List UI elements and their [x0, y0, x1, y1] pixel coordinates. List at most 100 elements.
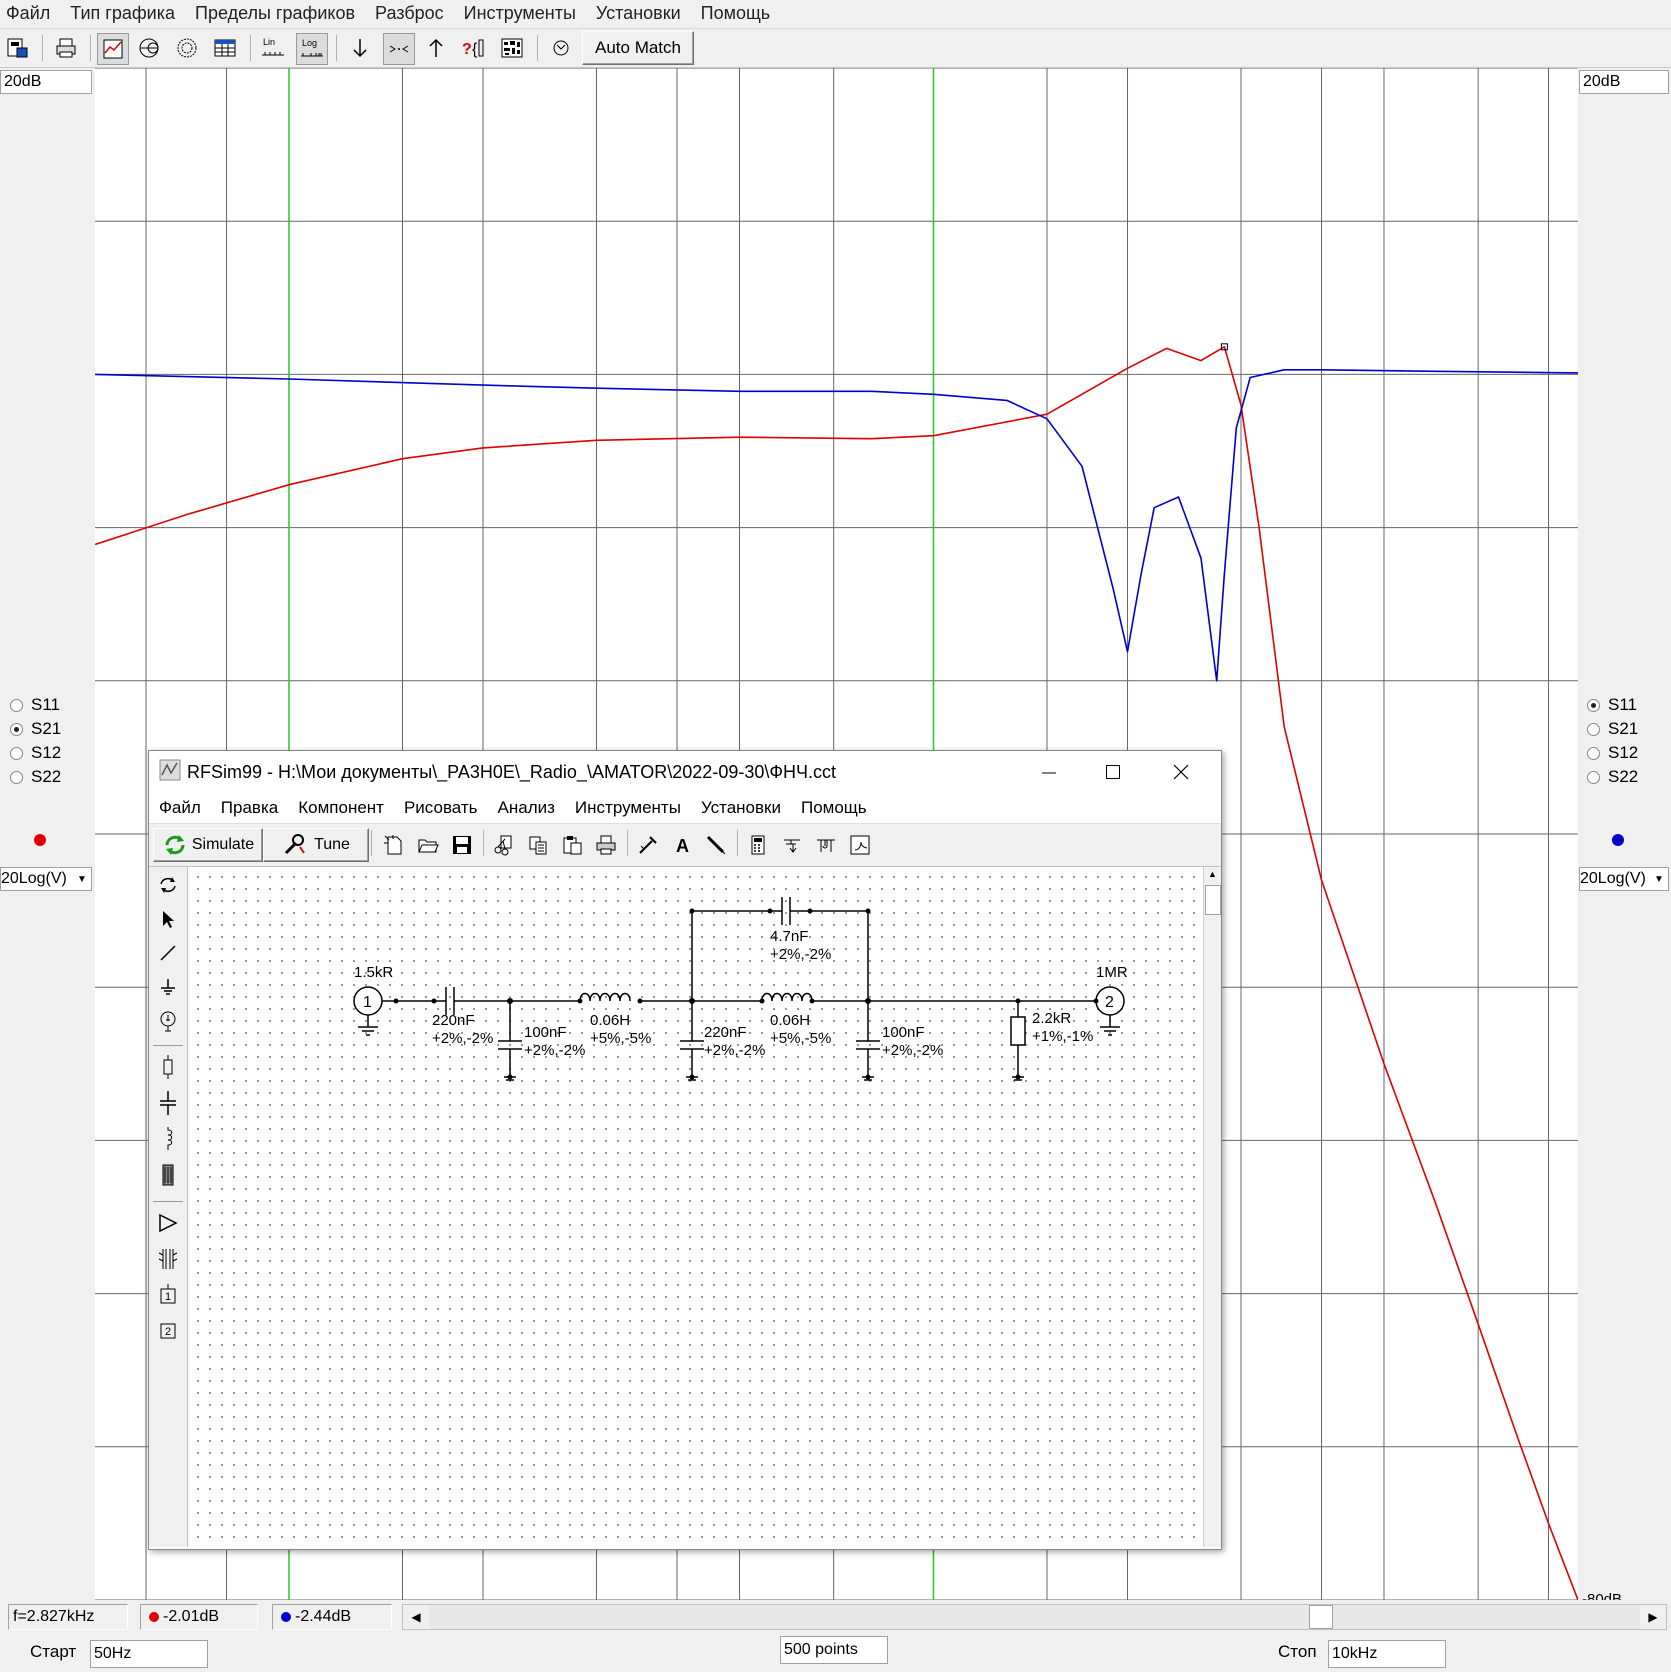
table-icon[interactable] — [210, 33, 240, 63]
print-schematic-icon[interactable] — [591, 830, 621, 860]
schematic-canvas[interactable]: 1 2 1.5kR 1MR 220nF +2%,-2% 100nF +2%,-2… — [188, 867, 1202, 1547]
right-top-scale-field[interactable]: 20dB — [1579, 70, 1669, 94]
points-input[interactable]: 500 points — [780, 1636, 888, 1664]
line-tool-icon[interactable] — [153, 939, 183, 967]
simulate-button[interactable]: Simulate — [153, 828, 263, 862]
port-2-impedance: 1MR — [1096, 964, 1128, 981]
tune-button[interactable]: Tune — [263, 828, 369, 862]
trace-s11 — [94, 368, 1579, 682]
left-mode-dropdown[interactable]: 20Log(V) ▼ — [0, 867, 92, 891]
rect-plot-icon[interactable] — [97, 33, 129, 65]
chevron-down-icon[interactable]: ▼ — [1650, 868, 1668, 890]
left-radio-s12[interactable]: S12 — [10, 741, 92, 765]
frequency-scrollbar[interactable]: ◀ ▶ — [402, 1604, 1667, 1630]
antenna-icon[interactable] — [777, 830, 807, 860]
refresh-icon[interactable] — [546, 33, 576, 63]
pencil-icon[interactable] — [701, 830, 731, 860]
shunt-cap-3-tolerance: +2%,-2% — [882, 1042, 943, 1059]
radio-circle — [10, 698, 23, 712]
menu-help[interactable]: Помощь — [691, 3, 781, 24]
menu-plot-type[interactable]: Тип графика — [60, 3, 185, 24]
wmenu-draw[interactable]: Рисовать — [394, 798, 488, 818]
scroll-up-icon[interactable]: ▲ — [1206, 869, 1219, 881]
stop-frequency-input[interactable]: 10kHz — [1328, 1640, 1446, 1668]
resistor-icon[interactable] — [153, 1053, 183, 1081]
right-radio-s12[interactable]: S12 — [1587, 741, 1669, 765]
port-2-icon[interactable]: 2 — [153, 1317, 183, 1345]
transformer-icon[interactable] — [153, 1245, 183, 1273]
window-titlebar[interactable]: RFSim99 - H:\Мои документы\_PA3H0E\_Radi… — [149, 751, 1221, 793]
tolerance-icon[interactable] — [497, 33, 527, 63]
wmenu-help[interactable]: Помощь — [791, 798, 877, 818]
cut-icon[interactable] — [489, 830, 519, 860]
pointer-icon[interactable] — [153, 905, 183, 933]
shunt-cap-2-value: 220nF — [704, 1024, 747, 1041]
wmenu-analysis[interactable]: Анализ — [488, 798, 565, 818]
ground-icon[interactable] — [153, 973, 183, 1001]
help-marker-icon[interactable]: ?{ — [459, 33, 489, 63]
wmenu-component[interactable]: Компонент — [288, 798, 394, 818]
smith-tool-icon[interactable] — [845, 830, 875, 860]
transmission-line-icon[interactable] — [153, 1161, 183, 1189]
menu-tools[interactable]: Инструменты — [454, 3, 586, 24]
menu-plot-limits[interactable]: Пределы графиков — [185, 3, 365, 24]
auto-match-button[interactable]: Auto Match — [582, 31, 694, 65]
wmenu-settings[interactable]: Установки — [691, 798, 791, 818]
log-scale-icon[interactable]: Log — [296, 33, 328, 65]
marker-between-icon[interactable] — [383, 33, 415, 65]
open-folder-icon[interactable] — [413, 830, 443, 860]
chevron-down-icon[interactable]: ▼ — [73, 868, 91, 890]
menu-settings[interactable]: Установки — [586, 3, 691, 24]
port-1-icon[interactable]: 1 — [153, 1281, 183, 1309]
window-menubar: Файл Правка Компонент Рисовать Анализ Ин… — [149, 793, 1221, 824]
capacitor-icon[interactable] — [153, 1089, 183, 1117]
calculator-icon[interactable] — [743, 830, 773, 860]
inductor-icon[interactable] — [153, 1125, 183, 1153]
menu-spread[interactable]: Разброс — [365, 3, 454, 24]
left-radio-s21[interactable]: S21 — [10, 717, 92, 741]
scrollbar-thumb[interactable] — [1309, 1605, 1333, 1629]
marker-down-icon[interactable] — [345, 33, 375, 63]
paste-icon[interactable] — [557, 830, 587, 860]
amplifier-icon[interactable] — [153, 1209, 183, 1237]
wire-tool-icon[interactable] — [633, 830, 663, 860]
left-top-scale-field[interactable]: 20dB — [0, 70, 92, 94]
rotate-icon[interactable] — [153, 871, 183, 899]
component-palette: 1 2 — [149, 867, 188, 1547]
polar-plot-icon[interactable] — [172, 33, 202, 63]
left-radio-s22[interactable]: S22 — [10, 765, 92, 789]
wmenu-file[interactable]: Файл — [149, 798, 211, 818]
new-file-icon[interactable] — [379, 830, 409, 860]
menu-file[interactable]: Файл — [0, 3, 60, 24]
close-icon[interactable] — [1159, 759, 1203, 785]
scroll-left-icon[interactable]: ◀ — [403, 1605, 429, 1629]
smith-chart-icon[interactable] — [134, 33, 164, 63]
lin-scale-label: Lin — [263, 37, 275, 47]
minimize-icon[interactable] — [1029, 759, 1069, 785]
marker-up-icon[interactable] — [421, 33, 451, 63]
scrollbar-thumb[interactable] — [1205, 885, 1221, 915]
right-radio-s21[interactable]: S21 — [1587, 717, 1669, 741]
filter-design-icon[interactable] — [811, 830, 841, 860]
wmenu-edit[interactable]: Правка — [211, 798, 288, 818]
right-bottom-scale-value: -80dB — [1582, 1591, 1623, 1600]
lin-scale-icon[interactable]: Lin — [258, 33, 288, 63]
save-icon[interactable] — [447, 830, 477, 860]
right-radio-s22[interactable]: S22 — [1587, 765, 1669, 789]
save-report-icon[interactable] — [2, 33, 32, 63]
wmenu-tools[interactable]: Инструменты — [565, 798, 691, 818]
copy-icon[interactable] — [523, 830, 553, 860]
tune-icon — [285, 834, 305, 855]
text-tool-icon[interactable]: A — [667, 830, 697, 860]
print-icon[interactable] — [51, 33, 81, 63]
start-frequency-input[interactable]: 50Hz — [90, 1640, 208, 1668]
schematic-window[interactable]: RFSim99 - H:\Мои документы\_PA3H0E\_Radi… — [148, 750, 1222, 1550]
scroll-right-icon[interactable]: ▶ — [1640, 1605, 1666, 1629]
right-radio-s11[interactable]: S11 — [1587, 693, 1669, 717]
shunt-capacitor-3 — [856, 1001, 880, 1081]
probe-icon[interactable] — [153, 1007, 183, 1035]
maximize-icon[interactable] — [1093, 759, 1133, 785]
right-mode-dropdown[interactable]: 20Log(V) ▼ — [1579, 867, 1669, 891]
left-radio-s11[interactable]: S11 — [10, 693, 92, 717]
schematic-vertical-scrollbar[interactable]: ▲ — [1203, 867, 1221, 1547]
